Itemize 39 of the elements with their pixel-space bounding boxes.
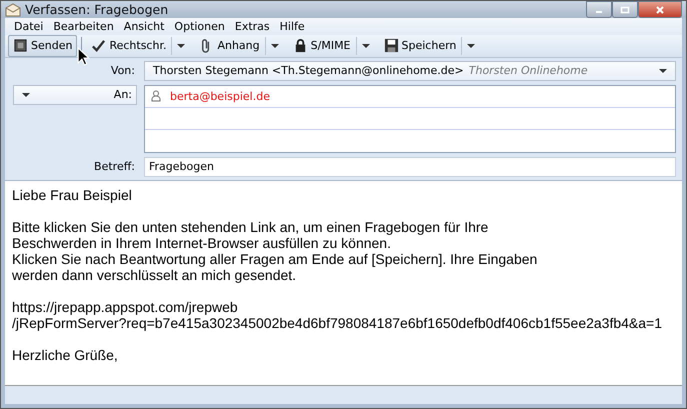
recipient-type-button[interactable]: An: bbox=[13, 84, 137, 105]
caret-icon bbox=[22, 92, 30, 97]
security-button[interactable]: S/MIME bbox=[288, 34, 356, 57]
close-button[interactable] bbox=[638, 1, 682, 18]
attach-button[interactable]: Anhang bbox=[194, 34, 265, 57]
message-paragraph: Liebe Frau Beispiel bbox=[12, 186, 133, 203]
menu-item[interactable]: Optionen bbox=[169, 20, 230, 34]
caret-icon bbox=[177, 44, 186, 48]
caret-icon bbox=[467, 44, 476, 48]
minimize-button[interactable] bbox=[586, 1, 612, 18]
spelling-button[interactable]: Rechtschr. bbox=[86, 34, 172, 57]
menu-item[interactable]: Datei bbox=[9, 20, 48, 34]
caret-icon bbox=[362, 44, 370, 48]
message-paragraph: Bitte klicken Sie den unten stehenden Link an, um einen Fragebogen für Ihre Beschwerden in Ihrem Internet-Browser ausfüllen zu können. Klicken Sie nach Beantwortung aller Fragen am Ende auf [Speichern]. Ihre Eingaben werden dann verschlüsselt an mich gesendet. bbox=[12, 218, 538, 283]
maximize-button[interactable] bbox=[612, 1, 638, 18]
caret-icon bbox=[659, 68, 667, 73]
message-paragraph: https://jrepapp.appspot.com/jrepweb /jRepFormServer?req=b7e415a302345002be4d6bf798084187e6bf1650defb0df406cb1f55ee2a3fb4&a=1 bbox=[12, 298, 664, 331]
message-body[interactable] bbox=[5, 180, 682, 386]
from-dropdown[interactable]: Thorsten Stegemann <Th.Stegemann@onlinehome.de> Thorsten Onlinehome bbox=[144, 60, 676, 81]
save-button[interactable]: Speichern bbox=[378, 34, 462, 57]
send-button[interactable]: Senden bbox=[8, 34, 78, 57]
maximize-icon bbox=[620, 6, 630, 14]
subject-label: Betreff: bbox=[94, 160, 136, 174]
send-icon bbox=[13, 38, 28, 54]
subject-field[interactable]: Fragebogen bbox=[144, 156, 676, 177]
envelope-icon bbox=[5, 2, 21, 17]
close-icon bbox=[655, 6, 665, 14]
caret-icon bbox=[270, 44, 279, 48]
menu-item[interactable]: Bearbeiten bbox=[48, 20, 119, 34]
message-paragraph: Herzliche Grüße, bbox=[12, 346, 119, 363]
menu-item[interactable]: Hilfe bbox=[274, 20, 310, 34]
from-label: Von: bbox=[110, 64, 136, 78]
window-title: Verfassen: Fragebogen bbox=[25, 2, 170, 18]
person-icon bbox=[151, 90, 161, 102]
menu-item[interactable]: Ansicht bbox=[118, 20, 170, 34]
checkmark-icon bbox=[91, 38, 106, 54]
mouse-cursor-icon bbox=[77, 46, 90, 66]
recipient-address[interactable]: berta@beispiel.de bbox=[170, 90, 270, 103]
menu-item[interactable]: Extras bbox=[230, 20, 275, 34]
